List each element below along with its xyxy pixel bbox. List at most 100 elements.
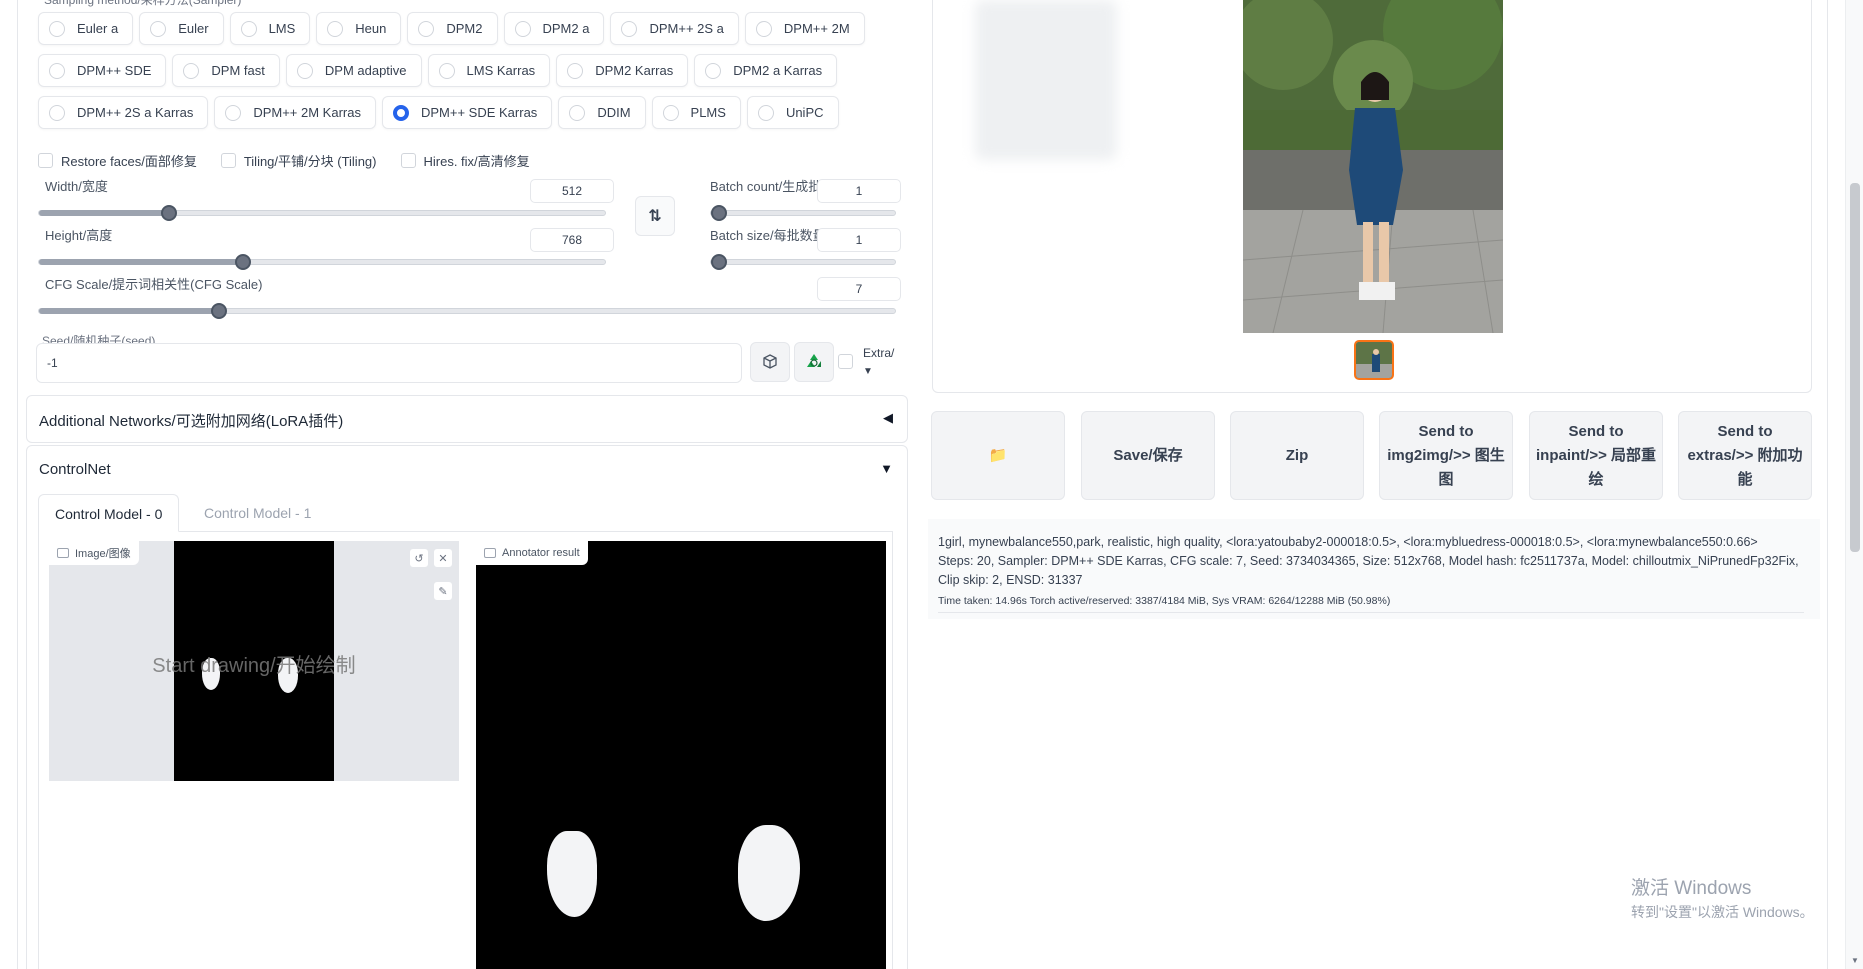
- radio-icon: [438, 62, 455, 79]
- undo-icon[interactable]: ↺: [409, 548, 429, 568]
- send-to-extras-button[interactable]: Send to extras/>> 附加功能: [1678, 411, 1812, 500]
- width-label: Width/宽度: [45, 179, 108, 194]
- height-input[interactable]: 768: [530, 228, 614, 252]
- sampler-option-dpm2-karras[interactable]: DPM2 Karras: [556, 54, 689, 87]
- sampler-row-3: DPM++ 2S a Karras DPM++ 2M Karras DPM++ …: [38, 96, 839, 129]
- sampler-row-2: DPM++ SDE DPM fast DPM adaptive LMS Karr…: [38, 54, 838, 87]
- generated-image[interactable]: [1243, 0, 1503, 333]
- image-label: Image/图像: [49, 541, 139, 565]
- divider: [938, 612, 1804, 613]
- sampler-label: Sampling method/采样方法(Sampler): [44, 0, 242, 7]
- sampler-option-dpm-adaptive[interactable]: DPM adaptive: [285, 54, 422, 87]
- hand-shape: [738, 825, 800, 921]
- sampler-option-lms-karras[interactable]: LMS Karras: [427, 54, 551, 87]
- tab-control-model-1[interactable]: Control Model - 1: [188, 494, 327, 532]
- batch-size-input[interactable]: 1: [817, 228, 901, 252]
- controlnet-title[interactable]: ControlNet: [39, 461, 111, 478]
- txt2img-settings-panel: Sampling method/采样方法(Sampler) Euler a Eu…: [26, 0, 908, 969]
- sampler-option-dpmpp-2s-a-karras[interactable]: DPM++ 2S a Karras: [38, 96, 209, 129]
- canvas-hint: Start drawing/开始绘制: [152, 655, 356, 677]
- control-model-panel: Image/图像 Start drawing/开始绘制 ↺ ✕ ✎ Annota…: [38, 531, 893, 969]
- cfg-scale-slider[interactable]: [38, 303, 896, 319]
- sampler-option-lms[interactable]: LMS: [229, 12, 311, 45]
- batch-size-slider-thumb[interactable]: [711, 254, 727, 270]
- tiling-checkbox[interactable]: Tiling/平铺/分块 (Tiling): [220, 151, 377, 170]
- extra-seed-toggle[interactable]: Extra/ ▼: [838, 345, 894, 380]
- reuse-seed-button[interactable]: [794, 342, 834, 382]
- hires-fix-checkbox[interactable]: Hires. fix/高清修复: [400, 151, 530, 170]
- open-folder-button[interactable]: 📁: [931, 411, 1065, 500]
- seed-input[interactable]: -1: [36, 343, 742, 383]
- sampler-option-dpm2-a-karras[interactable]: DPM2 a Karras: [694, 54, 838, 87]
- swap-dimensions-button[interactable]: ⇅: [635, 196, 675, 236]
- sampler-option-dpmpp-2s-a[interactable]: DPM++ 2S a: [610, 12, 739, 45]
- sampler-option-heun[interactable]: Heun: [316, 12, 402, 45]
- page-scrollbar[interactable]: ▼: [1845, 0, 1863, 969]
- radio-icon: [514, 20, 531, 37]
- prompt-text: 1girl, mynewbalance550,park, realistic, …: [938, 535, 1758, 549]
- sampler-option-dpm2-a[interactable]: DPM2 a: [503, 12, 605, 45]
- batch-count-input[interactable]: 1: [817, 179, 901, 203]
- close-icon[interactable]: ✕: [433, 548, 453, 568]
- radio-icon: [705, 62, 722, 79]
- batch-count-label: Batch count/生成批次: [710, 179, 825, 194]
- brush-icon[interactable]: ✎: [433, 581, 453, 601]
- scrollbar-thumb[interactable]: [1850, 183, 1860, 552]
- sampler-option-unipc[interactable]: UniPC: [746, 96, 839, 129]
- additional-networks-accordion[interactable]: Additional Networks/可选附加网络(LoRA插件) ◀: [26, 395, 908, 443]
- sampler-option-dpmpp-sde-karras[interactable]: DPM++ SDE Karras: [381, 96, 553, 129]
- batch-size-slider[interactable]: [710, 254, 896, 270]
- radio-selected-icon: [392, 104, 409, 121]
- sampler-option-plms[interactable]: PLMS: [651, 96, 741, 129]
- extra-label: Extra/: [863, 346, 895, 360]
- radio-icon: [757, 104, 774, 121]
- watermark-line-2: 转到"设置"以激活 Windows。: [1631, 904, 1814, 920]
- radio-icon: [662, 104, 679, 121]
- sampler-option-ddim[interactable]: DDIM: [558, 96, 646, 129]
- sampler-option-dpmpp-sde[interactable]: DPM++ SDE: [38, 54, 167, 87]
- controlnet-image-input[interactable]: Image/图像 Start drawing/开始绘制 ↺ ✕ ✎: [49, 541, 459, 781]
- radio-icon: [296, 62, 313, 79]
- annotator-result-image: Annotator result: [476, 541, 886, 969]
- sampler-option-dpmpp-2m-karras[interactable]: DPM++ 2M Karras: [214, 96, 376, 129]
- send-to-img2img-button[interactable]: Send to img2img/>> 图生图: [1379, 411, 1513, 500]
- cfg-scale-slider-thumb[interactable]: [210, 303, 227, 319]
- restore-faces-checkbox[interactable]: Restore faces/面部修复: [38, 151, 197, 170]
- batch-count-slider-thumb[interactable]: [711, 205, 727, 221]
- sampler-option-euler[interactable]: Euler: [139, 12, 224, 45]
- send-to-inpaint-button[interactable]: Send to inpaint/>> 局部重绘: [1529, 411, 1663, 500]
- radio-icon: [150, 20, 167, 37]
- checkbox-icon: [838, 354, 853, 369]
- radio-icon: [327, 20, 344, 37]
- height-slider[interactable]: [38, 254, 606, 270]
- width-slider-fill: [39, 210, 170, 216]
- radio-icon: [569, 104, 586, 121]
- thumbnail-photo: [1356, 342, 1392, 378]
- height-slider-fill: [39, 259, 243, 265]
- sampler-option-dpmpp-2m[interactable]: DPM++ 2M: [744, 12, 865, 45]
- gallery-thumbnail[interactable]: [1354, 340, 1394, 380]
- sampler-option-euler-a[interactable]: Euler a: [38, 12, 134, 45]
- blurred-preview: [975, 0, 1117, 160]
- cfg-scale-slider-fill: [39, 308, 219, 314]
- expand-arrow-icon[interactable]: ▼: [880, 461, 893, 476]
- tab-control-model-0[interactable]: Control Model - 0: [38, 494, 180, 532]
- height-slider-thumb[interactable]: [234, 254, 251, 270]
- generation-options: Restore faces/面部修复 Tiling/平铺/分块 (Tiling)…: [38, 151, 530, 170]
- sampler-option-dpm-fast[interactable]: DPM fast: [172, 54, 280, 87]
- random-seed-button[interactable]: [750, 342, 790, 382]
- width-input[interactable]: 512: [530, 179, 614, 203]
- scroll-down-icon[interactable]: ▼: [1851, 956, 1859, 965]
- dice-icon: [763, 354, 777, 369]
- cfg-scale-input[interactable]: 7: [817, 277, 901, 301]
- additional-networks-title: Additional Networks/可选附加网络(LoRA插件): [39, 413, 344, 430]
- width-slider[interactable]: [38, 205, 606, 221]
- zip-button[interactable]: Zip: [1230, 411, 1364, 500]
- save-button[interactable]: Save/保存: [1081, 411, 1215, 500]
- width-slider-thumb[interactable]: [161, 205, 178, 221]
- sampler-option-dpm2[interactable]: DPM2: [407, 12, 498, 45]
- radio-icon: [755, 20, 772, 37]
- batch-count-slider[interactable]: [710, 205, 896, 221]
- page-frame-right: [1827, 0, 1828, 969]
- height-label: Height/高度: [45, 228, 113, 243]
